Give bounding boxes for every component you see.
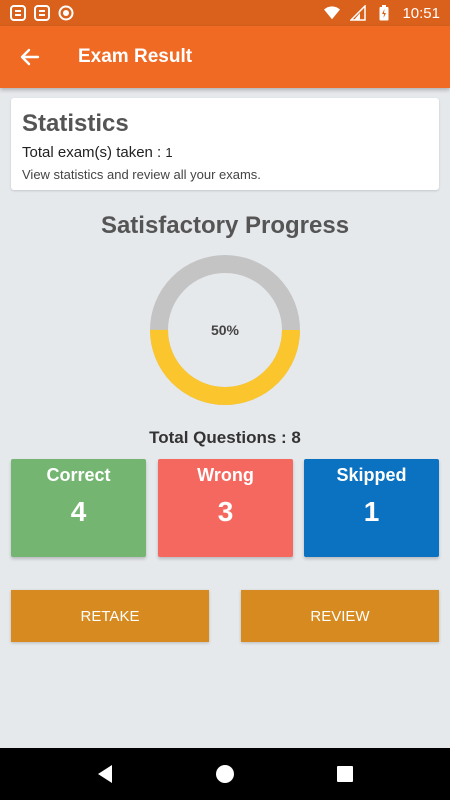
- nav-home-button[interactable]: [213, 762, 237, 786]
- skipped-tile: Skipped 1: [304, 459, 439, 557]
- correct-tile: Correct 4: [11, 459, 146, 557]
- square-recents-icon: [337, 766, 353, 782]
- wrong-label: Wrong: [197, 465, 254, 485]
- page-title: Exam Result: [78, 46, 193, 67]
- clock: 10:51: [402, 4, 440, 22]
- correct-count: 4: [70, 496, 87, 527]
- total-exams-label: Total exam(s) taken :: [22, 144, 166, 161]
- status-bar: 10:51: [0, 0, 450, 26]
- circle-notification-icon: [58, 5, 74, 21]
- statistics-card[interactable]: Statistics Total exam(s) taken : 1 View …: [11, 98, 439, 190]
- signal-icon: [350, 5, 367, 21]
- wifi-icon: [324, 5, 341, 21]
- progress-percent-label: 50%: [210, 322, 240, 338]
- arrow-back-icon: [20, 48, 40, 66]
- progress-title: Satisfactory Progress: [100, 212, 350, 239]
- wrong-count: 3: [217, 496, 234, 527]
- app-notification-icon: [34, 5, 50, 21]
- statistics-title: Statistics: [22, 110, 129, 137]
- nav-recents-button[interactable]: [333, 762, 357, 786]
- correct-label: Correct: [46, 465, 111, 485]
- circle-home-icon: [216, 765, 234, 783]
- back-button[interactable]: [0, 26, 60, 88]
- nav-back-button[interactable]: [93, 762, 117, 786]
- notification-icons: [10, 5, 74, 21]
- retake-button[interactable]: RETAKE: [11, 590, 209, 642]
- progress-donut-chart: 50%: [148, 253, 302, 407]
- system-nav-bar: [0, 748, 450, 800]
- total-exams-text: Total exam(s) taken : 1: [22, 144, 428, 161]
- total-exams-value: 1: [165, 145, 173, 160]
- app-bar: Exam Result: [0, 26, 450, 88]
- battery-icon: [376, 5, 392, 21]
- total-questions: Total Questions : 8: [149, 428, 301, 447]
- skipped-label: Skipped: [336, 465, 407, 485]
- triangle-back-icon: [98, 765, 112, 783]
- app-notification-icon: [10, 5, 26, 21]
- review-button[interactable]: REVIEW: [241, 590, 439, 642]
- wrong-tile: Wrong 3: [158, 459, 293, 557]
- statistics-description: View statistics and review all your exam…: [22, 167, 261, 182]
- skipped-count: 1: [363, 496, 380, 527]
